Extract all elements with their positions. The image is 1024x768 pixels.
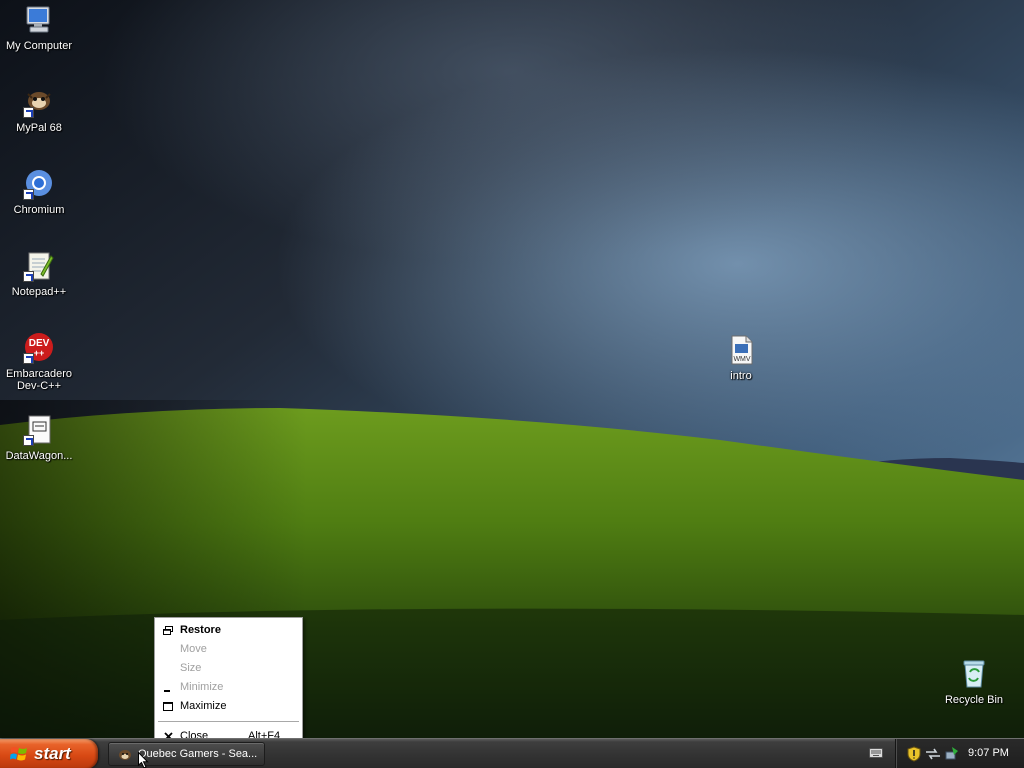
safely-remove-icon[interactable] <box>943 746 959 762</box>
desktop-icon-label: Chromium <box>13 204 65 216</box>
menu-item-move[interactable]: Move <box>157 640 300 659</box>
windows-logo-icon <box>10 746 28 762</box>
menu-item-minimize[interactable]: Minimize <box>157 678 300 697</box>
desktop-icon-datawagon[interactable]: DataWagon... <box>0 414 78 462</box>
window-context-menu[interactable]: Restore Move Size Minimize Maximize Clos… <box>154 617 303 748</box>
desktop-icon-label: DataWagon... <box>5 450 73 462</box>
my-computer-icon <box>23 4 55 36</box>
menu-item-maximize[interactable]: Maximize <box>157 697 300 716</box>
restore-icon <box>161 621 175 640</box>
mypal-browser-icon <box>117 747 133 763</box>
notepad-plus-plus-icon <box>23 250 55 282</box>
menu-item-label: Minimize <box>180 681 224 693</box>
menu-item-label: Move <box>180 643 207 655</box>
shortcut-arrow-icon <box>23 435 34 446</box>
datawagon-icon <box>23 414 55 446</box>
shortcut-arrow-icon <box>23 353 34 364</box>
desktop-icon-mypal[interactable]: MyPal 68 <box>0 86 78 134</box>
start-button[interactable]: start <box>0 739 98 768</box>
desktop-icon-chromium[interactable]: Chromium <box>0 168 78 216</box>
desktop-icon-label: MyPal 68 <box>16 122 62 134</box>
mouse-pointer-icon <box>138 751 150 768</box>
desktop-icon-label: intro <box>730 370 752 382</box>
desktop-icon-dev-cpp[interactable]: DEV ++ Embarcadero Dev-C++ <box>0 332 78 392</box>
system-tray: 9:07 PM <box>895 739 1024 768</box>
menu-separator <box>158 721 299 722</box>
desktop-icon-label: Recycle Bin <box>944 694 1004 706</box>
shortcut-arrow-icon <box>23 107 34 118</box>
shortcut-arrow-icon <box>23 271 34 282</box>
taskbar-button-label: Quebec Gamers - Sea... <box>138 748 258 760</box>
recycle-bin-icon <box>958 658 990 690</box>
desktop-icon-recycle-bin[interactable]: Recycle Bin <box>935 658 1013 706</box>
menu-item-restore[interactable]: Restore <box>157 621 300 640</box>
menu-item-label: Restore <box>180 624 221 636</box>
security-shield-icon[interactable] <box>906 746 922 762</box>
dev-cpp-icon: DEV ++ <box>23 332 55 364</box>
menu-item-label: Maximize <box>180 700 227 712</box>
chromium-icon <box>23 168 55 200</box>
network-icon[interactable] <box>925 746 941 762</box>
desktop-icon-notepad-plus-plus[interactable]: Notepad++ <box>0 250 78 298</box>
desktop-icon-label: Notepad++ <box>11 286 67 298</box>
minimize-icon <box>161 678 175 697</box>
desktop-icon-intro[interactable]: WMV intro <box>702 334 780 382</box>
maximize-icon <box>161 697 175 716</box>
clock[interactable]: 9:07 PM <box>968 747 1009 759</box>
mypal-browser-icon <box>23 86 55 118</box>
wmv-file-icon-badge: WMV <box>733 356 750 363</box>
taskbar-button-quebec-gamers[interactable]: Quebec Gamers - Sea... <box>108 742 265 766</box>
shortcut-arrow-icon <box>23 189 34 200</box>
start-label: start <box>34 744 71 763</box>
svg-text:++: ++ <box>34 348 45 358</box>
desktop-icon-label: My Computer <box>5 40 73 52</box>
menu-item-size[interactable]: Size <box>157 659 300 678</box>
wmv-file-icon: WMV <box>725 334 757 366</box>
taskbar[interactable]: start Quebec Gamers - Sea... 9:07 PM <box>0 738 1024 768</box>
menu-item-label: Size <box>180 662 202 674</box>
desktop-icon-label: Embarcadero Dev-C++ <box>5 368 73 392</box>
desktop-icon-my-computer[interactable]: My Computer <box>0 4 78 52</box>
keyboard-language-icon[interactable] <box>869 748 883 758</box>
